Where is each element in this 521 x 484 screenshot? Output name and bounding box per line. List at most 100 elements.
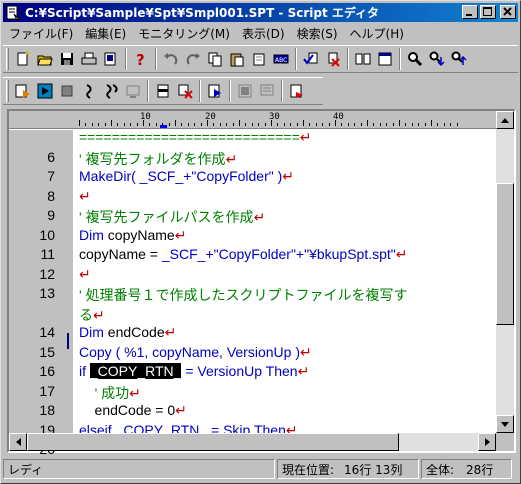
ruler-tick: [79, 120, 80, 126]
toolbar-separator: [399, 48, 401, 70]
undo-button[interactable]: [160, 48, 182, 70]
toolbar-separator: [199, 80, 201, 102]
arrow-left-icon: [15, 438, 21, 446]
find-icon: [408, 52, 423, 67]
main-toolbar: ? ABC: [3, 45, 518, 73]
horizontal-scroll-thumb[interactable]: [27, 433, 399, 451]
toolbar-separator: [147, 80, 149, 102]
code-line[interactable]: elseif _COPY_RTN_ = Skip Then↵: [79, 422, 298, 434]
find-next-button[interactable]: [426, 48, 448, 70]
find-next-icon: [429, 51, 445, 67]
menu-search[interactable]: 検索(S): [291, 25, 344, 42]
scroll-up-button[interactable]: [496, 111, 514, 129]
check-cancel-button[interactable]: [322, 48, 344, 70]
ruler-tick: [85, 123, 87, 126]
ruler-tick: [245, 123, 247, 126]
line-number: 18: [39, 402, 55, 418]
copy-button[interactable]: [204, 48, 226, 70]
title-bar[interactable]: C:¥Script¥Sample¥Spt¥Smpl001.SPT - Scrip…: [3, 3, 518, 22]
document-button[interactable]: [374, 48, 396, 70]
code-line[interactable]: endCode = 0↵: [79, 402, 187, 419]
line-number: 14: [39, 324, 55, 340]
ruler-tick: [450, 123, 452, 126]
breakpoint-icon: [157, 84, 169, 98]
code-line[interactable]: ' 複写先ファイルパスを作成↵: [79, 207, 265, 227]
step-over-button[interactable]: [100, 80, 122, 102]
dictionary-icon: ABC: [273, 54, 289, 64]
run-button[interactable]: [34, 80, 56, 102]
screen-button[interactable]: [234, 80, 256, 102]
vertical-scroll-thumb[interactable]: [496, 183, 514, 325]
code-line[interactable]: if _COPY_RTN_ = VersionUp Then↵: [79, 363, 309, 380]
menu-edit[interactable]: 編集(E): [79, 25, 132, 42]
dictionary-button[interactable]: ABC: [270, 48, 292, 70]
print-button[interactable]: [78, 48, 100, 70]
maximize-button[interactable]: [480, 5, 496, 19]
check-button[interactable]: [300, 48, 322, 70]
print-preview-icon: [104, 52, 116, 66]
toolbar-grip[interactable]: [6, 48, 9, 70]
scroll-down-button[interactable]: [496, 415, 514, 433]
ruler-tick: [181, 123, 183, 126]
find-button[interactable]: [404, 48, 426, 70]
code-line[interactable]: ↵: [79, 188, 91, 205]
vertical-scrollbar[interactable]: [496, 111, 514, 433]
horizontal-scrollbar[interactable]: [9, 433, 496, 451]
breakpoint-clear-button[interactable]: [174, 80, 196, 102]
step-button[interactable]: [78, 80, 100, 102]
settings-button[interactable]: [286, 80, 308, 102]
ruler-tick: [194, 123, 196, 126]
code-line[interactable]: ' 処理番号１で作成したスクリプトファイルを複写す: [79, 285, 408, 305]
ruler-tick: [379, 123, 381, 126]
ruler-tick: [315, 123, 317, 126]
toolbar-separator: [155, 48, 157, 70]
delete-button[interactable]: [248, 48, 270, 70]
open-file-button[interactable]: [34, 48, 56, 70]
minimize-button[interactable]: [462, 5, 478, 19]
code-line[interactable]: copyName = _SCF_+"CopyFolder"+"¥bkupSpt.…: [79, 246, 408, 263]
menu-help[interactable]: ヘルプ(H): [344, 25, 410, 42]
menu-view[interactable]: 表示(D): [236, 25, 291, 42]
code-area[interactable]: ===========================↵ ' 複写先フォルダを作成…: [75, 130, 496, 433]
redo-button[interactable]: [182, 48, 204, 70]
save-button[interactable]: [56, 48, 78, 70]
menu-monitoring[interactable]: モニタリング(M): [132, 25, 236, 42]
watch-button[interactable]: [204, 80, 226, 102]
code-line[interactable]: Dim endCode↵: [79, 324, 176, 341]
code-line[interactable]: Copy ( %1, copyName, VersionUp )↵: [79, 344, 312, 361]
close-button[interactable]: [500, 5, 516, 19]
ruler-tick: [98, 123, 100, 126]
help-button[interactable]: ?: [130, 48, 152, 70]
new-file-button[interactable]: [12, 48, 34, 70]
ruler-tick: [309, 123, 311, 126]
code-line[interactable]: Dim copyName↵: [79, 227, 186, 244]
breakpoint-button[interactable]: [152, 80, 174, 102]
toolbar-separator: [281, 80, 283, 102]
menu-file[interactable]: ファイル(F): [3, 25, 79, 42]
code-line[interactable]: MakeDir( _SCF_+"CopyFolder" )↵: [79, 168, 294, 185]
toolbar-grip[interactable]: [6, 80, 9, 102]
compare-button[interactable]: [352, 48, 374, 70]
screen-list-button[interactable]: [256, 80, 278, 102]
run-script-button[interactable]: [12, 80, 34, 102]
scroll-left-button[interactable]: [9, 433, 27, 451]
line-number: 9: [47, 207, 55, 223]
paste-button[interactable]: [226, 48, 248, 70]
ruler-tick: [111, 120, 112, 126]
code-line[interactable]: ↵: [79, 266, 91, 283]
stop-button[interactable]: [56, 80, 78, 102]
code-line[interactable]: ===========================↵: [79, 130, 311, 146]
monitor-button[interactable]: [122, 80, 144, 102]
ruler-tick: [411, 123, 413, 126]
ruler-tick: [405, 123, 407, 126]
print-preview-button[interactable]: [100, 48, 122, 70]
find-prev-button[interactable]: [448, 48, 470, 70]
code-line[interactable]: ' 成功↵: [79, 383, 141, 403]
code-line[interactable]: ' 複写先フォルダを作成↵: [79, 149, 237, 169]
script-editor[interactable]: 10 20 30 40 67891011121314151617181920 =…: [7, 109, 516, 457]
ruler-tick: [367, 120, 368, 126]
document-icon: [378, 52, 392, 66]
code-line[interactable]: る↵: [79, 305, 105, 325]
current-line-marker: [67, 333, 69, 349]
scroll-right-button[interactable]: [478, 433, 496, 451]
